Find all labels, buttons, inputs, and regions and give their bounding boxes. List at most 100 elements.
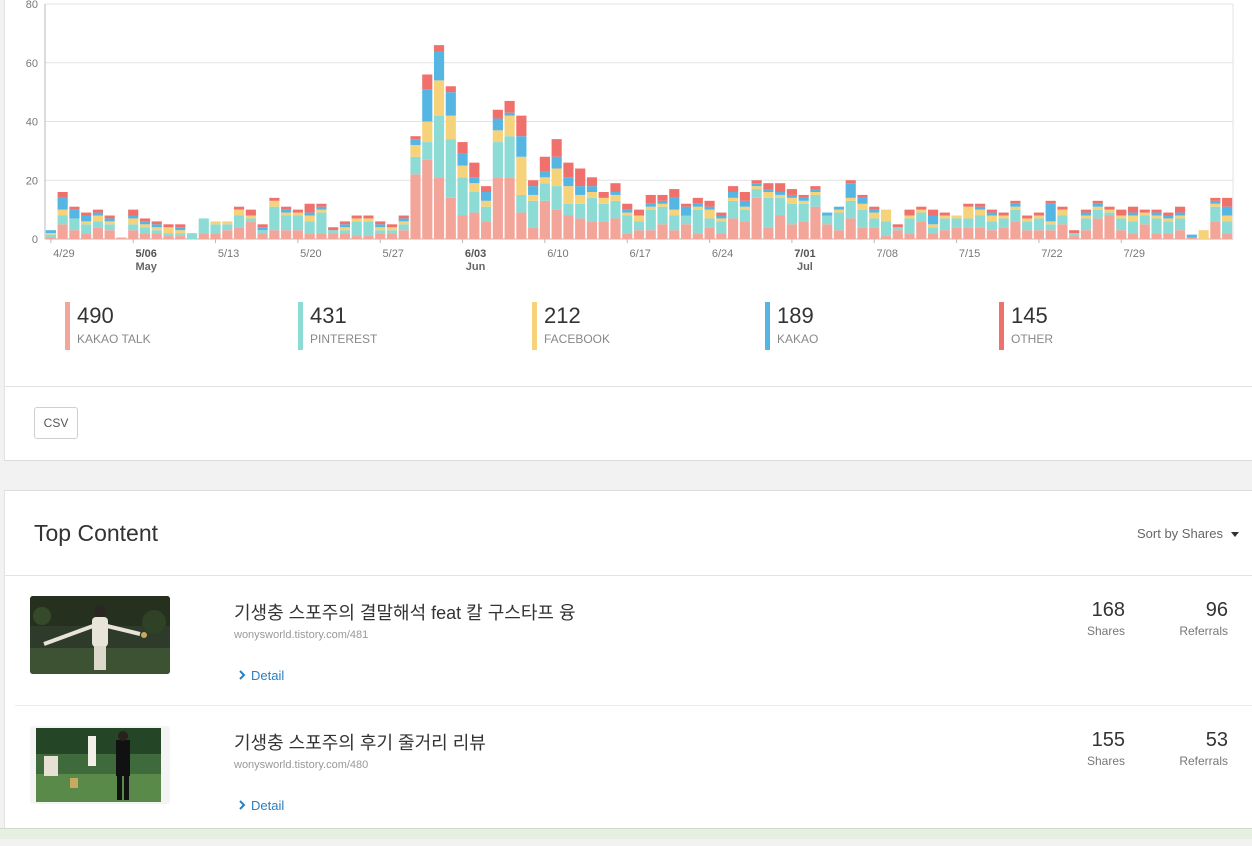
bar-segment-kakao-talk bbox=[504, 177, 515, 239]
bar-segment-facebook bbox=[1127, 215, 1139, 222]
legend-item-kakao[interactable]: 189 KAKAO bbox=[765, 302, 818, 352]
caret-down-icon bbox=[1231, 532, 1239, 538]
bar-segment-pinterest bbox=[692, 209, 703, 234]
bar-segment-kakao-talk bbox=[328, 233, 339, 239]
bar-segment-other bbox=[1127, 206, 1139, 213]
bar-segment-facebook bbox=[786, 197, 797, 204]
bar-segment-pinterest bbox=[151, 230, 162, 234]
shares-stat: 155 Shares bbox=[1087, 728, 1125, 768]
bar-segment-other bbox=[1174, 206, 1186, 213]
bar-segment-pinterest bbox=[598, 203, 609, 222]
bar-segment-facebook bbox=[269, 200, 280, 207]
bar-segment-facebook bbox=[575, 194, 586, 204]
bar-segment-other bbox=[257, 224, 268, 228]
bar-segment-pinterest bbox=[92, 221, 104, 228]
shares-stacked-bar-chart: 0 20 40 60 80 4/29 5/06May 5/13 5/20 5/27 6/03Jun 6… bbox=[26, 0, 1234, 273]
bar-segment-facebook bbox=[222, 221, 233, 225]
bar-segment-facebook bbox=[481, 200, 492, 207]
bar-segment-pinterest bbox=[869, 218, 880, 228]
bar-segment-facebook bbox=[751, 186, 762, 190]
legend-value: 145 bbox=[1011, 303, 1048, 328]
bar-segment-facebook bbox=[45, 233, 56, 235]
bar-segment-kakao-talk bbox=[516, 212, 527, 239]
bar-segment-kakao bbox=[551, 156, 562, 169]
x-tick-label: 7/15 bbox=[959, 248, 980, 260]
bar-segment-other bbox=[481, 186, 492, 192]
detail-link[interactable]: Detail bbox=[236, 668, 284, 683]
x-month-label: Jul bbox=[797, 261, 813, 273]
bar-segment-pinterest bbox=[951, 218, 962, 228]
bar-segment-pinterest bbox=[1057, 215, 1068, 225]
bar-segment-pinterest bbox=[1069, 233, 1080, 237]
bar-segment-facebook bbox=[1022, 218, 1033, 222]
bar-segment-kakao bbox=[481, 192, 492, 201]
bar-segment-facebook bbox=[1080, 215, 1092, 219]
bar-segment-kakao-talk bbox=[457, 215, 468, 239]
content-title-link[interactable]: 기생충 스포주의 결말해석 feat 칼 구스타프 융 bbox=[234, 599, 576, 625]
thumbnail-image bbox=[30, 726, 170, 804]
bar-segment-kakao bbox=[1010, 203, 1021, 207]
bar-segment-other bbox=[986, 209, 997, 213]
bar-segment-kakao-talk bbox=[716, 233, 727, 239]
bar-segment-other bbox=[328, 227, 339, 231]
bar-segment-kakao bbox=[304, 212, 315, 216]
bar-segment-facebook bbox=[986, 215, 997, 222]
bar-segment-facebook bbox=[469, 183, 480, 192]
bar-segment-facebook bbox=[1057, 209, 1068, 216]
x-tick-label: 7/01 bbox=[794, 248, 815, 260]
bar-segment-kakao-talk bbox=[163, 236, 174, 239]
bar-segment-facebook bbox=[551, 168, 562, 187]
bar-segment-other bbox=[633, 209, 645, 216]
bar-segment-other bbox=[927, 209, 939, 216]
bar-segment-kakao bbox=[375, 224, 386, 228]
legend-label: KAKAO TALK bbox=[77, 332, 151, 346]
bar-segment-pinterest bbox=[1116, 218, 1127, 231]
bar-segment-kakao-talk bbox=[1010, 221, 1021, 239]
bar-segment-facebook bbox=[1139, 212, 1150, 216]
bar-segment-kakao bbox=[833, 206, 845, 210]
bar-segment-other bbox=[410, 136, 421, 140]
bar-segment-kakao-talk bbox=[1069, 236, 1080, 239]
bar-segment-pinterest bbox=[69, 218, 80, 231]
content-thumbnail[interactable] bbox=[30, 596, 170, 674]
bar-segment-facebook bbox=[175, 230, 186, 234]
bar-segment-facebook bbox=[1033, 215, 1045, 219]
bar-segment-other bbox=[763, 183, 774, 190]
bar-segment-pinterest bbox=[45, 234, 56, 238]
bar-segment-facebook bbox=[916, 209, 927, 213]
bar-segment-facebook bbox=[363, 218, 374, 222]
bar-segment-pinterest bbox=[810, 194, 821, 207]
bar-segment-kakao-talk bbox=[433, 177, 445, 239]
legend-item-pinterest[interactable]: 431 PINTEREST bbox=[298, 302, 377, 352]
bar-segment-kakao bbox=[1080, 212, 1092, 216]
bar-segment-pinterest bbox=[504, 136, 515, 178]
bar-segment-kakao-talk bbox=[1022, 230, 1033, 239]
bar-segment-pinterest bbox=[586, 197, 598, 222]
chevron-right-icon bbox=[239, 670, 246, 680]
bar-segment-other bbox=[104, 215, 115, 219]
csv-export-button[interactable]: CSV bbox=[34, 407, 78, 439]
legend-item-facebook[interactable]: 212 FACEBOOK bbox=[532, 302, 610, 352]
bar-segment-pinterest bbox=[422, 142, 433, 160]
legend-item-other[interactable]: 145 OTHER bbox=[999, 302, 1053, 352]
bar-segment-kakao bbox=[798, 197, 809, 201]
content-title-link[interactable]: 기생충 스포주의 후기 줄거리 리뷰 bbox=[234, 729, 486, 755]
bar-segment-kakao-talk bbox=[1057, 224, 1068, 239]
bar-segment-facebook bbox=[516, 156, 527, 195]
bar-segment-pinterest bbox=[445, 139, 456, 198]
bar-segment-kakao bbox=[151, 224, 162, 228]
referrals-stat: 96 Referrals bbox=[1179, 598, 1228, 638]
sort-dropdown[interactable]: Sort by Shares bbox=[1137, 526, 1239, 541]
content-thumbnail[interactable] bbox=[30, 726, 170, 804]
detail-link[interactable]: Detail bbox=[236, 798, 284, 813]
legend-item-kakao-talk[interactable]: 490 KAKAO TALK bbox=[65, 302, 151, 352]
bar-segment-kakao-talk bbox=[245, 221, 256, 239]
y-tick-label: 40 bbox=[26, 117, 38, 129]
bar-segment-pinterest bbox=[386, 230, 398, 234]
bar-segment-other bbox=[739, 192, 750, 201]
bar-segment-kakao-talk bbox=[281, 230, 292, 239]
x-tick-label: 7/08 bbox=[877, 248, 898, 260]
bar-segment-facebook bbox=[833, 209, 845, 213]
bar-segment-kakao-talk bbox=[728, 218, 739, 239]
bar-segment-other bbox=[1163, 212, 1174, 216]
